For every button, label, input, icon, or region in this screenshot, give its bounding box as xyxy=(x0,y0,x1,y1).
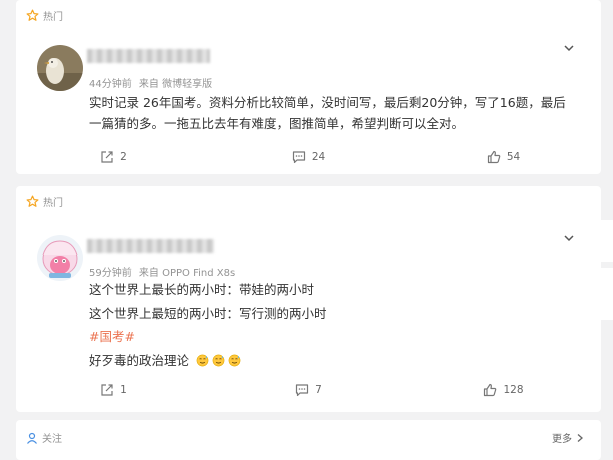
star-icon xyxy=(26,9,39,21)
post-source: 来自 微博轻享版 xyxy=(138,79,213,90)
post-line: 实时记录 26年国考。资料分析比较简单，没时间写，最后剩20分钟，写了16题，最… xyxy=(89,95,566,110)
comment-button[interactable]: 24 xyxy=(211,150,406,164)
post-meta: 44分钟前 来自 微博轻享版 xyxy=(89,75,212,90)
post-text: 实时记录 26年国考。资料分析比较简单，没时间写，最后剩20分钟，写了16题，最… xyxy=(89,92,591,134)
like-button[interactable]: 128 xyxy=(406,383,601,397)
hot-badge: 热门 xyxy=(26,194,63,209)
follow-label: 关注 xyxy=(42,434,62,445)
like-count: 128 xyxy=(503,384,524,396)
post-line: 一篇猜的多。一拖五比去年有难度，图推简单，希望判断可以全对。 xyxy=(89,116,465,131)
user-icon xyxy=(27,432,37,444)
repost-icon xyxy=(101,384,113,396)
repost-count: 2 xyxy=(120,151,127,163)
post-time[interactable]: 44分钟前 xyxy=(89,79,132,90)
feed-card: 热门 59分钟前 来自 OPPO Find X8s 这个世界上最长的两小时：带娃… xyxy=(16,186,601,412)
comment-count: 24 xyxy=(311,151,326,163)
post-line: 这个世界上最长的两小时：带娃的两小时 xyxy=(89,282,315,297)
topic-link[interactable]: #国考# xyxy=(89,329,135,344)
more-link[interactable]: 更多 xyxy=(552,430,585,445)
hot-badge-label: 热门 xyxy=(43,198,63,209)
side-panel-edge xyxy=(601,220,613,262)
username-blurred[interactable] xyxy=(87,239,214,253)
avatar[interactable] xyxy=(37,45,83,91)
sweat-smile-emoji xyxy=(212,354,225,366)
chevron-down-icon[interactable] xyxy=(563,232,575,244)
post-line: 好歹毒的政治理论 xyxy=(89,352,190,368)
side-panel-edge xyxy=(601,268,613,320)
comment-count: 7 xyxy=(315,384,322,396)
comment-icon xyxy=(292,151,305,164)
like-count: 54 xyxy=(506,151,521,163)
post-line: 这个世界上最短的两小时：写行测的两小时 xyxy=(89,305,327,321)
star-icon xyxy=(26,195,39,207)
thumbs-up-icon xyxy=(484,383,497,397)
action-bar: 2 24 54 xyxy=(16,150,601,164)
repost-button[interactable]: 2 xyxy=(16,150,211,164)
chevron-right-icon xyxy=(577,433,583,442)
avatar[interactable] xyxy=(37,235,83,281)
hot-badge: 热门 xyxy=(26,8,63,23)
chevron-down-icon[interactable] xyxy=(563,42,575,54)
action-bar: 1 7 128 xyxy=(16,383,601,397)
repost-icon xyxy=(101,151,113,163)
feed-card: 热门 44分钟前 来自 微博轻享版 实时记录 26年国考。资料分析比较简单，没时… xyxy=(16,0,601,174)
follow-badge: 关注 xyxy=(26,430,62,445)
thumbs-up-icon xyxy=(487,150,501,164)
post-meta: 59分钟前 来自 OPPO Find X8s xyxy=(89,264,235,279)
comment-button[interactable]: 7 xyxy=(211,383,406,397)
username-blurred[interactable] xyxy=(87,49,210,63)
post-text: 这个世界上最长的两小时：带娃的两小时 这个世界上最短的两小时：写行测的两小时 #… xyxy=(89,278,591,372)
feed-card: 关注 更多 xyxy=(16,420,601,460)
more-label: 更多 xyxy=(552,434,572,445)
repost-button[interactable]: 1 xyxy=(16,383,211,397)
sweat-smile-emoji xyxy=(228,354,241,366)
like-button[interactable]: 54 xyxy=(406,150,601,164)
comment-icon xyxy=(296,384,309,397)
repost-count: 1 xyxy=(120,384,127,396)
hot-badge-label: 热门 xyxy=(43,12,63,23)
sweat-smile-emoji xyxy=(196,354,209,366)
